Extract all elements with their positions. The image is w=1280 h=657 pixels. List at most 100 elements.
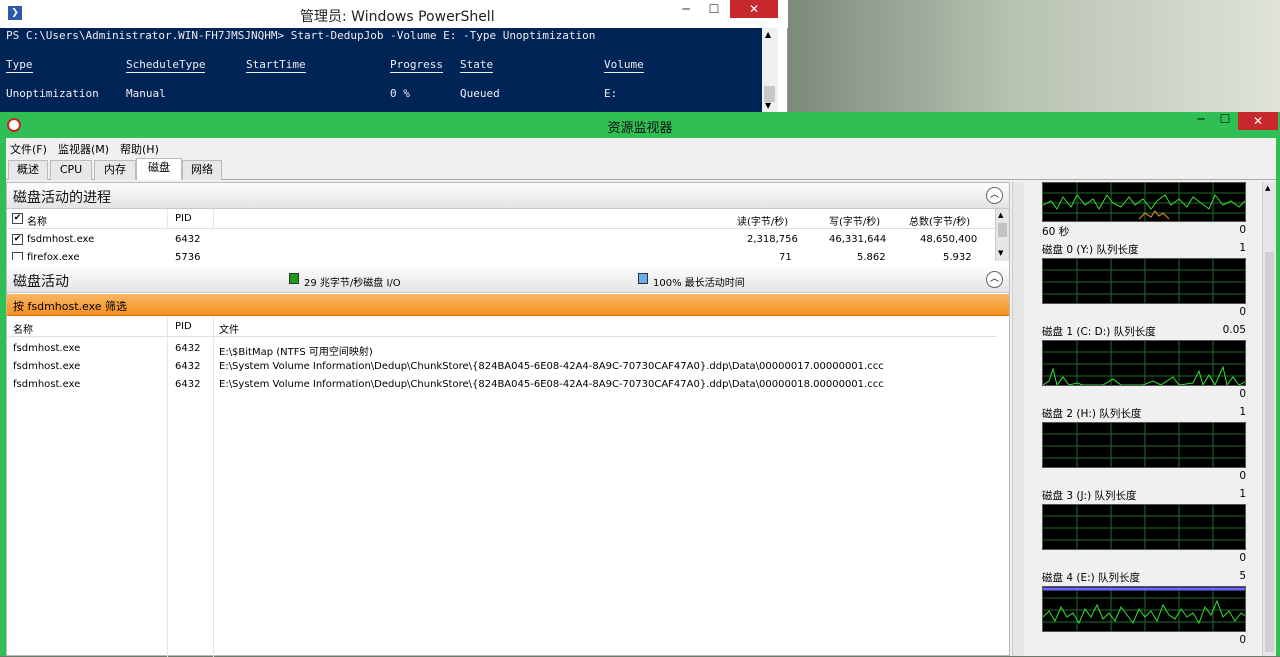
scroll-thumb[interactable] bbox=[1265, 252, 1274, 652]
disk0-graph bbox=[1042, 258, 1246, 304]
powershell-titlebar[interactable]: ❯ 管理员: Windows PowerShell ─ ☐ ✕ bbox=[0, 0, 788, 28]
processes-section-header[interactable]: 磁盘活动的进程 ︿ bbox=[7, 183, 1009, 209]
time-range-label: 60 秒 bbox=[1042, 226, 1070, 238]
cell-pid: 5736 bbox=[175, 252, 201, 260]
process-scrollbar[interactable]: ▲ ▼ bbox=[995, 209, 1009, 261]
cell-name: fsdmhost.exe bbox=[27, 234, 95, 245]
cell-total: 5,932 bbox=[943, 252, 972, 260]
scroll-up-icon[interactable]: ▲ bbox=[765, 30, 771, 39]
table-row[interactable]: firefox.exe 5736 71 5,862 5,932 bbox=[7, 248, 997, 260]
disk4-min: 0 bbox=[1239, 634, 1246, 646]
section-title: 磁盘活动的进程 bbox=[13, 190, 111, 206]
cell-read: 2,318,756 bbox=[747, 234, 798, 245]
scroll-up-icon[interactable]: ▲ bbox=[998, 211, 1003, 219]
disk-activity-section-header[interactable]: 磁盘活动 29 兆字节/秒磁盘 I/O 100% 最长活动时间 ︿ bbox=[7, 267, 1009, 293]
maximize-button[interactable]: ☐ bbox=[1214, 112, 1236, 130]
scroll-down-icon[interactable]: ▼ bbox=[765, 101, 771, 110]
cell-file: E:\System Volume Information\Dedup\Chunk… bbox=[219, 361, 884, 372]
cell-write: 46,331,644 bbox=[829, 234, 887, 245]
process-table-header: ✔ 名称 PID 读(字节/秒) 写(字节/秒) 总数(字节/秒) bbox=[7, 209, 997, 229]
val-scheduletype: Manual bbox=[126, 87, 166, 100]
disk1-label: 磁盘 1 (C: D:) 队列长度 bbox=[1042, 326, 1156, 338]
disk1-max: 0.05 bbox=[1222, 324, 1246, 336]
terminal-scrollbar[interactable]: ▲ ▼ bbox=[762, 28, 778, 112]
cell-file: E:\System Volume Information\Dedup\Chunk… bbox=[219, 379, 884, 390]
cell-file: E:\$BitMap (NTFS 可用空间映射) bbox=[219, 347, 373, 358]
disk3-max: 1 bbox=[1239, 488, 1246, 500]
disk4-label: 磁盘 4 (E:) 队列长度 bbox=[1042, 572, 1141, 584]
filter-bar[interactable]: 按 fsdmhost.exe 筛选 bbox=[7, 294, 1009, 316]
scroll-up-icon[interactable]: ▲ bbox=[1265, 184, 1270, 192]
disk0-min: 0 bbox=[1239, 306, 1246, 318]
header-name[interactable]: 名称 bbox=[27, 213, 47, 228]
cell-name: firefox.exe bbox=[27, 252, 80, 260]
left-panel: 磁盘活动的进程 ︿ ✔ 名称 PID 读(字节/秒) 写(字节/秒) 总数(字节… bbox=[6, 182, 1010, 657]
col-progress: Progress bbox=[390, 58, 443, 73]
header-total[interactable]: 总数(字节/秒) bbox=[909, 213, 970, 228]
maximize-button[interactable]: ☐ bbox=[700, 0, 728, 18]
col-starttime: StartTime bbox=[246, 58, 306, 73]
disk0-max: 1 bbox=[1239, 242, 1246, 254]
graph-scrollbar[interactable]: ▲ bbox=[1262, 182, 1276, 656]
splitter-scrollbar[interactable] bbox=[1012, 182, 1024, 656]
collapse-icon[interactable]: ︿ bbox=[986, 271, 1003, 288]
menu-file[interactable]: 文件(F) bbox=[10, 141, 47, 157]
scroll-down-icon[interactable]: ▼ bbox=[998, 249, 1003, 257]
row-checkbox[interactable]: ✔ bbox=[12, 234, 23, 245]
cell-pid: 6432 bbox=[175, 343, 201, 354]
header-pid[interactable]: PID bbox=[175, 213, 192, 224]
table-row[interactable]: fsdmhost.exe 6432 E:\System Volume Infor… bbox=[7, 375, 997, 393]
tab-network[interactable]: 网络 bbox=[182, 160, 222, 180]
resmon-titlebar[interactable]: 资源监视器 ─ ☐ ✕ bbox=[0, 112, 1280, 138]
cell-name: fsdmhost.exe bbox=[13, 343, 81, 354]
close-button[interactable]: ✕ bbox=[1238, 112, 1278, 130]
header-pid[interactable]: PID bbox=[175, 321, 192, 332]
menu-help[interactable]: 帮助(H) bbox=[120, 141, 159, 157]
resource-monitor-window: 资源监视器 ─ ☐ ✕ 文件(F) 监视器(M) 帮助(H) 概述 CPU 内存… bbox=[0, 112, 1280, 657]
cell-write: 5,862 bbox=[857, 252, 886, 260]
collapse-icon[interactable]: ︿ bbox=[986, 187, 1003, 204]
table-row[interactable]: ✔ fsdmhost.exe 6432 2,318,756 46,331,644… bbox=[7, 230, 997, 248]
disk2-max: 1 bbox=[1239, 406, 1246, 418]
io-legend: 29 兆字节/秒磁盘 I/O bbox=[304, 278, 401, 289]
disk2-min: 0 bbox=[1239, 470, 1246, 482]
disk0-label: 磁盘 0 (Y:) 队列长度 bbox=[1042, 244, 1139, 256]
disk3-graph bbox=[1042, 504, 1246, 550]
header-read[interactable]: 读(字节/秒) bbox=[737, 213, 788, 228]
disk2-label: 磁盘 2 (H:) 队列长度 bbox=[1042, 408, 1142, 420]
graph-panel: ▲ 60 秒 0 磁盘 0 (Y:) 队列长度 1 0 磁盘 1 (C: D:)… bbox=[1012, 182, 1276, 656]
table-row[interactable]: fsdmhost.exe 6432 E:\$BitMap (NTFS 可用空间映… bbox=[7, 339, 997, 358]
activity-table-header: 名称 PID 文件 bbox=[7, 317, 997, 337]
scroll-thumb[interactable] bbox=[998, 223, 1007, 237]
time-legend-swatch bbox=[638, 273, 648, 284]
disk1-graph bbox=[1042, 340, 1246, 386]
cell-name: fsdmhost.exe bbox=[13, 361, 81, 372]
section-title: 磁盘活动 bbox=[13, 274, 69, 290]
scroll-thumb[interactable] bbox=[764, 86, 775, 102]
header-name[interactable]: 名称 bbox=[13, 321, 33, 336]
disk4-graph bbox=[1042, 586, 1246, 632]
row-checkbox[interactable] bbox=[12, 252, 23, 260]
cell-pid: 6432 bbox=[175, 361, 201, 372]
col-scheduletype: ScheduleType bbox=[126, 58, 206, 73]
disk4-max: 5 bbox=[1239, 570, 1246, 582]
val-type: Unoptimization bbox=[6, 87, 99, 100]
col-type: Type bbox=[6, 58, 33, 73]
tab-disk[interactable]: 磁盘 bbox=[136, 158, 182, 180]
minimize-button[interactable]: ─ bbox=[1190, 112, 1212, 130]
terminal-output[interactable]: PS C:\Users\Administrator.WIN-FH7JMSJNQH… bbox=[0, 28, 762, 112]
tab-overview[interactable]: 概述 bbox=[8, 160, 48, 180]
window-title: 管理员: Windows PowerShell bbox=[300, 9, 495, 25]
col-state: State bbox=[460, 58, 494, 73]
powershell-window: ❯ 管理员: Windows PowerShell ─ ☐ ✕ PS C:\Us… bbox=[0, 0, 788, 112]
minimize-button[interactable]: ─ bbox=[672, 0, 700, 18]
header-write[interactable]: 写(字节/秒) bbox=[829, 213, 880, 228]
header-file[interactable]: 文件 bbox=[219, 321, 239, 336]
table-row[interactable]: fsdmhost.exe 6432 E:\System Volume Infor… bbox=[7, 357, 997, 375]
val-volume: E: bbox=[604, 87, 618, 100]
select-all-checkbox[interactable]: ✔ bbox=[12, 213, 23, 224]
tab-cpu[interactable]: CPU bbox=[50, 160, 92, 180]
menu-monitor[interactable]: 监视器(M) bbox=[58, 141, 109, 157]
tab-memory[interactable]: 内存 bbox=[94, 160, 136, 180]
close-button[interactable]: ✕ bbox=[730, 0, 778, 18]
